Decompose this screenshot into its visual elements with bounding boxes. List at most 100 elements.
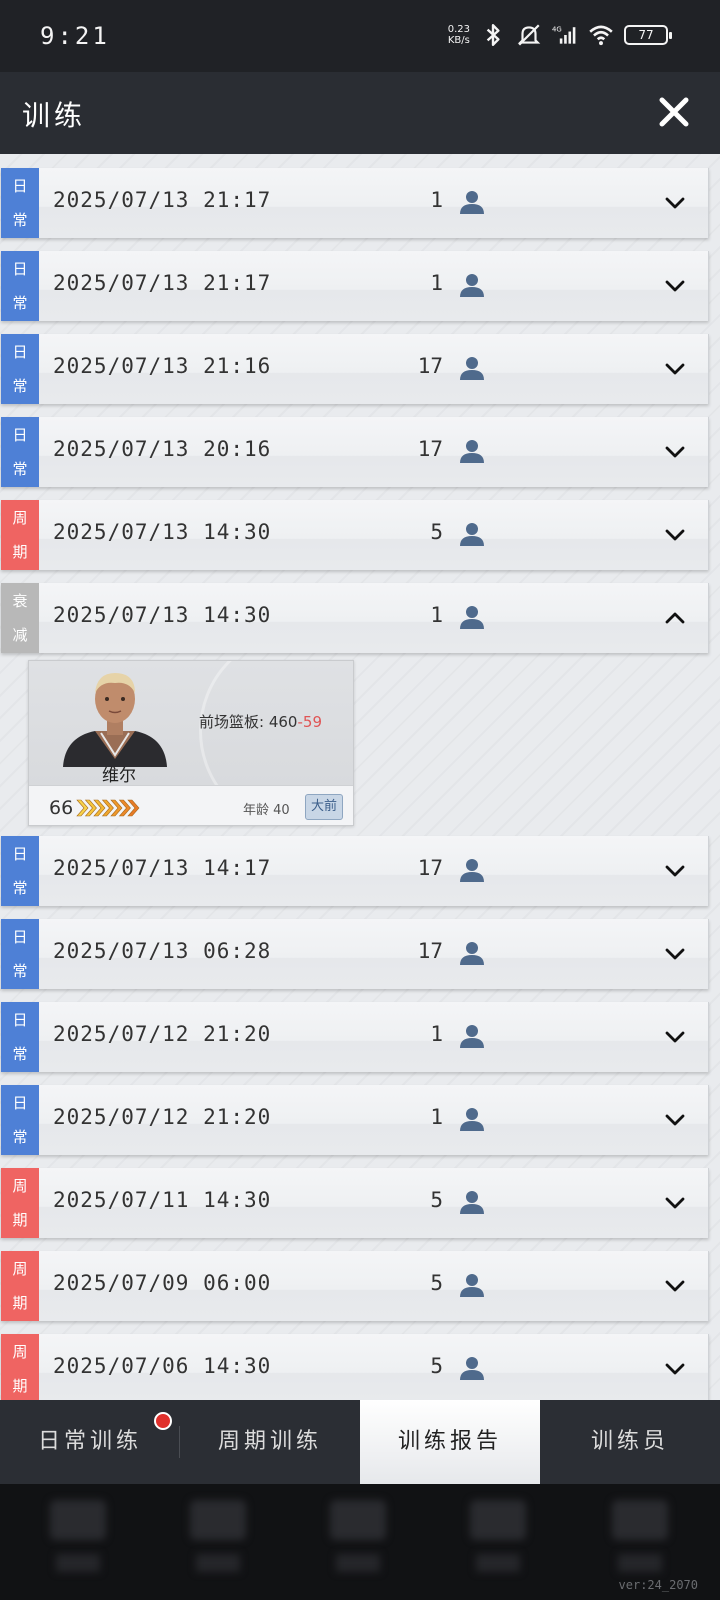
bell-muted-icon (517, 24, 541, 46)
chevron-down-icon[interactable] (663, 1358, 687, 1380)
player-count: 5 (430, 520, 443, 544)
tab-cycle-training[interactable]: 周期训练 (180, 1400, 360, 1484)
tab-label: 日常训练 (37, 1429, 142, 1454)
report-date: 2025/07/13 21:16 (53, 354, 272, 378)
tag-char: 常 (12, 962, 28, 980)
status-icons: 0.23 KB/s 4G 77 (448, 22, 672, 48)
app-header: 训练 (0, 72, 720, 154)
tag-char: 期 (12, 1294, 28, 1312)
training-type-tag: 日常 (1, 1085, 39, 1155)
report-row[interactable]: 衰减 2025/07/13 14:30 1 (1, 583, 709, 653)
tag-char: 期 (12, 1211, 28, 1229)
training-type-tag: 周期 (1, 1334, 39, 1400)
chevron-down-icon[interactable] (663, 860, 687, 882)
tag-char: 常 (12, 1045, 28, 1063)
training-type-tag: 周期 (1, 500, 39, 570)
chevron-down-icon[interactable] (663, 358, 687, 380)
player-count: 17 (417, 354, 443, 378)
tag-char: 期 (12, 1377, 28, 1395)
tab-training-report[interactable]: 训练报告 (360, 1400, 540, 1484)
tag-char: 周 (12, 1343, 28, 1361)
report-row[interactable]: 日常 2025/07/13 20:16 17 (1, 417, 709, 487)
chevron-down-icon[interactable] (663, 1275, 687, 1297)
training-type-tag: 日常 (1, 168, 39, 238)
wifi-icon (589, 25, 613, 46)
version-label: ver:24_2070 (618, 1578, 698, 1592)
player-count: 1 (430, 271, 443, 295)
report-date: 2025/07/06 14:30 (53, 1354, 272, 1378)
report-date: 2025/07/09 06:00 (53, 1271, 272, 1295)
player-stat: 前场篮板: 460-59 (199, 711, 322, 732)
rating-chevrons-icon (76, 799, 140, 817)
blurred-nav-icon (50, 1500, 106, 1540)
report-row[interactable]: 周期 2025/07/09 06:00 5 (1, 1251, 709, 1321)
clock: 9:21 (40, 22, 110, 50)
tag-char: 常 (12, 1128, 28, 1146)
tab-daily-training[interactable]: 日常训练 (0, 1400, 180, 1484)
training-type-tag: 日常 (1, 417, 39, 487)
player-card[interactable]: 维尔 前场篮板: 460-59 66 年龄 40 大前 (28, 660, 354, 826)
report-row[interactable]: 周期 2025/07/06 14:30 5 (1, 1334, 709, 1400)
blurred-nav-icon (612, 1500, 668, 1540)
report-row[interactable]: 日常 2025/07/13 21:16 17 (1, 334, 709, 404)
net-speed-value: 0.23 (447, 24, 470, 35)
blurred-nav-label (618, 1554, 662, 1572)
close-icon[interactable] (656, 94, 692, 130)
chevron-down-icon[interactable] (663, 441, 687, 463)
chevron-down-icon[interactable] (663, 275, 687, 297)
person-icon (460, 440, 484, 463)
training-report-list: 日常 2025/07/13 21:17 1 日常 2025/07/13 21:17 1 日常… (0, 154, 720, 1400)
report-row[interactable]: 周期 2025/07/13 14:30 5 (1, 500, 709, 570)
chevron-down-icon[interactable] (663, 524, 687, 546)
bottom-tab-bar: 日常训练 周期训练 训练报告 训练员 (0, 1400, 720, 1484)
player-count: 5 (430, 1271, 443, 1295)
report-row[interactable]: 日常 2025/07/13 21:17 1 (1, 251, 709, 321)
tag-char: 常 (12, 879, 28, 897)
tab-label: 训练报告 (397, 1429, 502, 1454)
report-row[interactable]: 日常 2025/07/13 14:17 17 (1, 836, 709, 906)
person-icon (460, 1025, 484, 1048)
training-type-tag: 日常 (1, 1002, 39, 1072)
tag-char: 常 (12, 460, 28, 478)
report-row[interactable]: 周期 2025/07/11 14:30 5 (1, 1168, 709, 1238)
chevron-down-icon[interactable] (663, 943, 687, 965)
blurred-nav-icon (470, 1500, 526, 1540)
tag-char: 周 (12, 1260, 28, 1278)
report-row[interactable]: 日常 2025/07/12 21:20 1 (1, 1002, 709, 1072)
chevron-down-icon[interactable] (663, 1026, 687, 1048)
chevron-down-icon[interactable] (663, 1109, 687, 1131)
status-bar: 9:21 0.23 KB/s 4G 77 (0, 0, 720, 72)
player-count: 1 (430, 1022, 443, 1046)
training-type-tag: 周期 (1, 1168, 39, 1238)
person-icon (460, 191, 484, 214)
tag-char: 衰 (12, 592, 28, 610)
stat-label: 前场篮板: (199, 713, 265, 731)
report-row[interactable]: 日常 2025/07/13 06:28 17 (1, 919, 709, 989)
chevron-down-icon[interactable] (663, 1192, 687, 1214)
blurred-nav-label (336, 1554, 380, 1572)
player-count: 1 (430, 1105, 443, 1129)
blurred-nav-icon (330, 1500, 386, 1540)
blurred-nav-icon (190, 1500, 246, 1540)
notification-badge (154, 1412, 172, 1430)
chevron-up-icon[interactable] (663, 607, 687, 629)
person-icon (460, 1108, 484, 1131)
player-rating: 66 (49, 797, 74, 819)
net-speed: 0.23 KB/s (448, 24, 470, 46)
report-row[interactable]: 日常 2025/07/13 21:17 1 (1, 168, 709, 238)
blurred-nav-label (476, 1554, 520, 1572)
person-icon (460, 942, 484, 965)
person-icon (460, 859, 484, 882)
person-icon (460, 274, 484, 297)
player-count: 1 (430, 603, 443, 627)
report-row[interactable]: 日常 2025/07/12 21:20 1 (1, 1085, 709, 1155)
report-date: 2025/07/13 06:28 (53, 939, 272, 963)
chevron-down-icon[interactable] (663, 192, 687, 214)
tag-char: 日 (12, 260, 28, 278)
player-count: 5 (430, 1188, 443, 1212)
player-count: 1 (430, 188, 443, 212)
tab-trainers[interactable]: 训练员 (540, 1400, 720, 1484)
bluetooth-icon (486, 24, 500, 46)
player-count: 5 (430, 1354, 443, 1378)
tab-label: 训练员 (590, 1429, 669, 1454)
